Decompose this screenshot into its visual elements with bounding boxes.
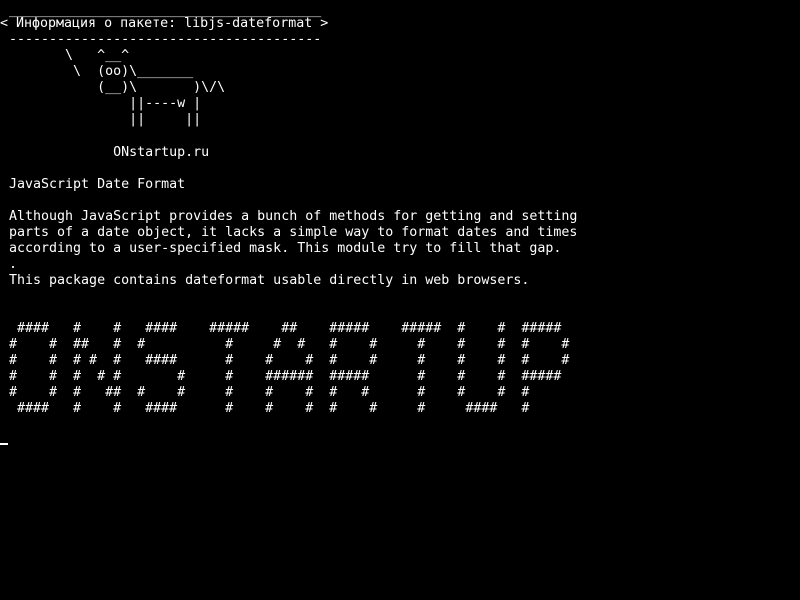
description-line: parts of a date object, it lacks a simpl… (1, 225, 578, 240)
description-line: according to a user-specified mask. This… (1, 241, 562, 256)
site-name: ONstartup.ru (1, 145, 210, 160)
description-line: This package contains dateformat usable … (1, 273, 530, 288)
description-line: Although JavaScript provides a bunch of … (1, 209, 578, 224)
banner-line: #### # # #### ##### ## ##### ##### # # #… (1, 321, 562, 336)
cowsay-cow-line: (__)\ )\/\ (1, 80, 226, 95)
text-cursor (0, 443, 8, 445)
cowsay-cow-line: || || (1, 112, 202, 127)
terminal-screen: _______________________________________ … (0, 0, 800, 600)
cowsay-cow-line: ||----w | (1, 96, 202, 111)
description-line: . (1, 257, 18, 272)
banner-line: # # ## # # # # # # # # # # # # (1, 337, 570, 352)
package-title: JavaScript Date Format (1, 177, 186, 192)
cowsay-cow-line: \ ^__^ (1, 48, 130, 63)
cowsay-bubble-text: < Информация о пакете: libjs-dateformat … (0, 16, 329, 31)
banner-line: # # # # # # # ###### ##### # # # ##### (1, 369, 562, 384)
cowsay-cow-line: \ (oo)\_______ (1, 64, 194, 79)
cowsay-bottom-border: --------------------------------------- (1, 32, 322, 47)
banner-line: # # # ## # # # # # # # # # # # (1, 385, 530, 400)
banner-line: # # # # # #### # # # # # # # # # # (1, 353, 570, 368)
banner-line: #### # # #### # # # # # # #### # (1, 401, 530, 416)
